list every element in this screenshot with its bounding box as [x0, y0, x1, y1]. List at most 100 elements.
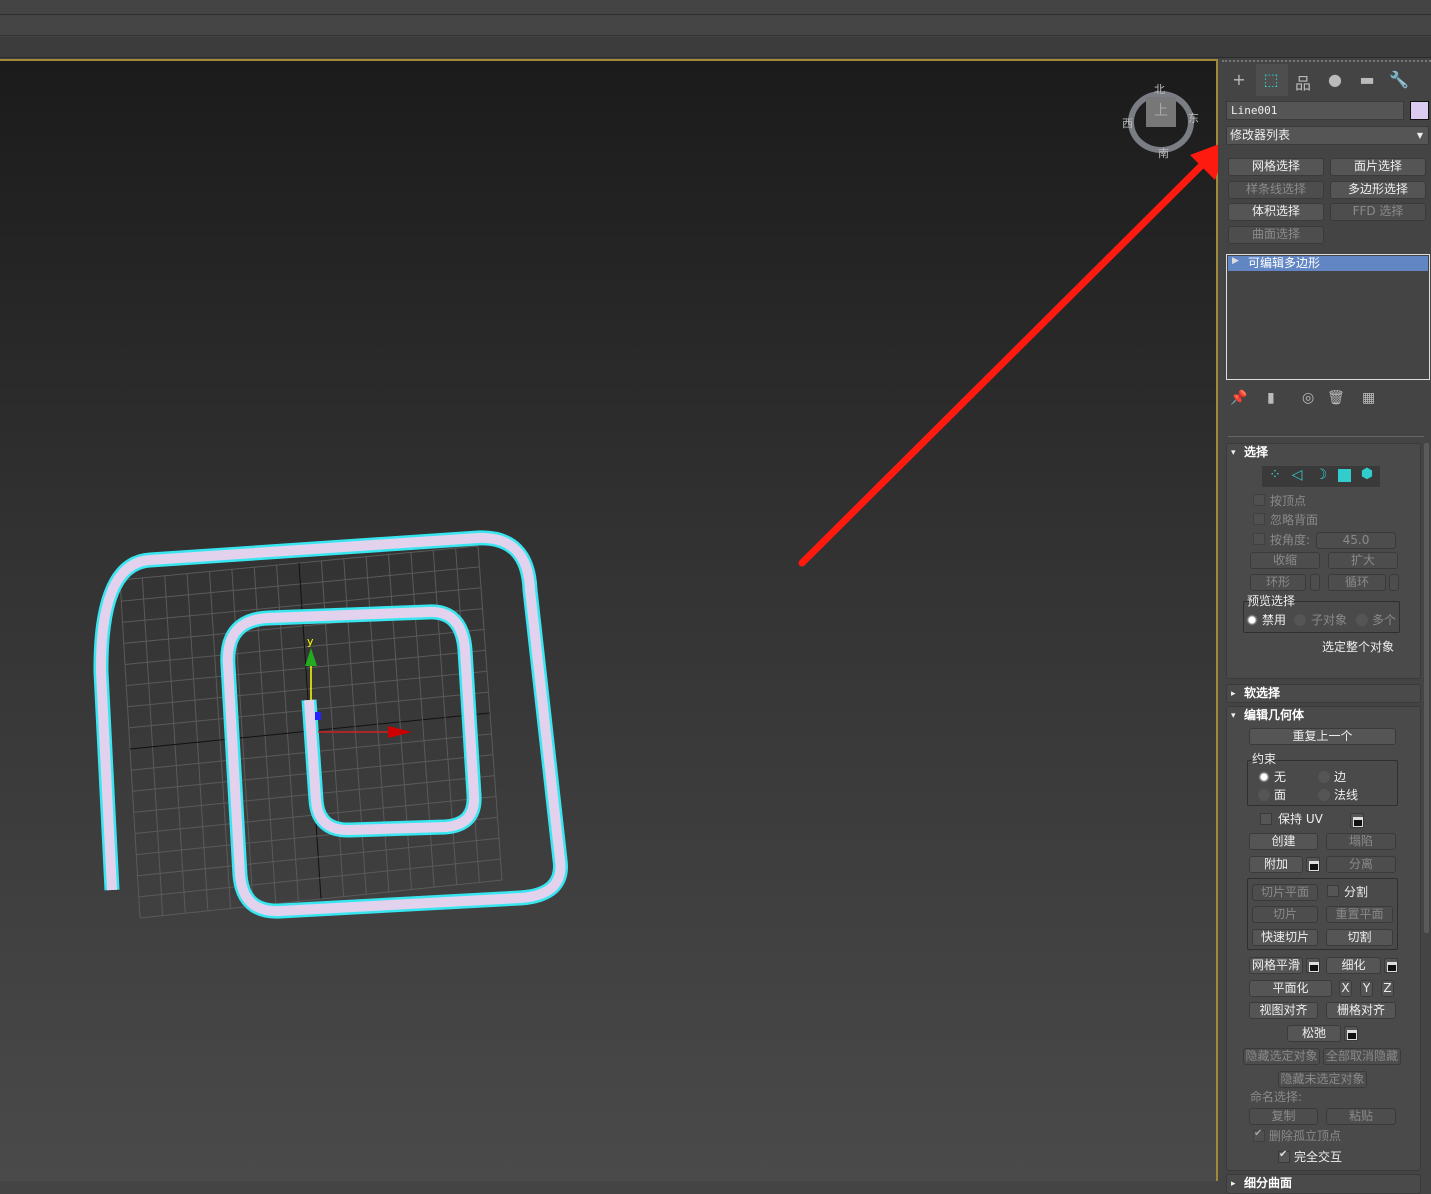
loop-button[interactable]: 循环 [1328, 574, 1386, 591]
modifier-button[interactable]: 体积选择 [1228, 203, 1324, 221]
make-planar-button[interactable]: 平面化 [1249, 980, 1332, 997]
planar-x-button[interactable]: X [1339, 980, 1352, 997]
preserve-uv-label: 保持 UV [1278, 812, 1323, 826]
ring-button[interactable]: 环形 [1250, 574, 1306, 591]
meshsmooth-settings[interactable] [1306, 958, 1320, 973]
radio-preview-subobject[interactable] [1294, 614, 1306, 626]
border-icon[interactable]: ☽ [1312, 467, 1330, 483]
panel-scrollbar[interactable] [1424, 443, 1429, 933]
chk-by-angle[interactable] [1253, 533, 1265, 545]
repeat-last-button[interactable]: 重复上一个 [1249, 728, 1396, 745]
modifier-button[interactable]: 面片选择 [1330, 158, 1426, 176]
object-color-swatch[interactable] [1410, 101, 1429, 120]
chk-full-interactivity[interactable] [1278, 1149, 1290, 1163]
polygon-icon[interactable] [1338, 469, 1351, 482]
show-end-result-icon[interactable]: ▮ [1267, 390, 1275, 406]
face-label: 面 [1274, 788, 1287, 802]
modifier-button[interactable]: 曲面选择 [1228, 226, 1324, 244]
configure-modifier-sets-icon[interactable]: ▦ [1362, 390, 1375, 406]
quickslice-button[interactable]: 快速切片 [1252, 929, 1318, 946]
viewcube-top-face[interactable]: 上 [1146, 97, 1176, 127]
shrink-button[interactable]: 收缩 [1250, 552, 1320, 569]
chk-ignore-backfacing[interactable] [1253, 513, 1265, 525]
chk-by-vertex[interactable] [1253, 494, 1265, 506]
hierarchy-icon[interactable]: 品 [1292, 70, 1314, 94]
create-button[interactable]: 创建 [1249, 833, 1318, 850]
modifier-button[interactable]: FFD 选择 [1330, 203, 1426, 221]
edit-collapse-icon[interactable]: ▾ [1231, 709, 1236, 723]
slice-plane-button[interactable]: 切片平面 [1252, 884, 1318, 901]
planar-y-button[interactable]: Y [1360, 980, 1373, 997]
grid-line [137, 837, 500, 877]
cut-button[interactable]: 切割 [1326, 929, 1393, 946]
meshsmooth-button[interactable]: 网格平滑 [1249, 957, 1303, 974]
view-align-button[interactable]: 视图对齐 [1249, 1002, 1318, 1019]
detach-button[interactable]: 分离 [1326, 856, 1396, 873]
chk-preserve-uv[interactable] [1260, 813, 1272, 825]
angle-spinner[interactable]: 45.0 [1316, 532, 1396, 549]
paste-button[interactable]: 粘贴 [1326, 1108, 1396, 1125]
radio-preview-off[interactable] [1246, 614, 1258, 626]
radio-normal[interactable] [1318, 789, 1330, 801]
panel-sel-title[interactable]: 选择 [1244, 445, 1268, 459]
collapse-button[interactable]: 塌陷 [1326, 833, 1396, 850]
hide-selected-button[interactable]: 隐藏选定对象 [1243, 1048, 1320, 1065]
subobject-toolbar: ⁘ ◁ ☽ ⬢ [1262, 466, 1380, 487]
attach-button[interactable]: 附加 [1249, 856, 1303, 873]
radio-edge[interactable] [1318, 771, 1330, 783]
modifier-button[interactable]: 网格选择 [1228, 158, 1324, 176]
copy-button[interactable]: 复制 [1249, 1108, 1318, 1125]
motion-icon[interactable]: ● [1324, 70, 1346, 89]
unhide-all-button[interactable]: 全部取消隐藏 [1323, 1048, 1401, 1065]
modifier-button[interactable]: 多边形选择 [1330, 181, 1426, 199]
edge-icon[interactable]: ◁ [1288, 467, 1306, 483]
display-icon[interactable]: ▬ [1356, 70, 1378, 89]
subdivision-title[interactable]: 细分曲面 [1244, 1176, 1292, 1190]
expand-triangle-icon[interactable]: ▶ [1232, 256, 1239, 266]
panel-grip[interactable] [1222, 60, 1431, 64]
modify-icon[interactable]: ⬚ [1260, 70, 1282, 89]
planar-z-button[interactable]: Z [1381, 980, 1394, 997]
stack-item-editable-poly[interactable]: ▶ 可编辑多边形 [1228, 256, 1428, 271]
soft-expand-icon[interactable]: ▸ [1231, 687, 1236, 701]
slice-button[interactable]: 切片 [1252, 906, 1318, 923]
create-icon[interactable]: + [1228, 70, 1250, 89]
preview-multi-label: 多个 [1372, 613, 1397, 627]
object-name-input[interactable]: Line001 [1226, 101, 1404, 120]
perspective-viewport[interactable]: y 上 北 南 东 西 [0, 59, 1218, 1181]
edge-label: 边 [1334, 770, 1347, 784]
attach-settings[interactable] [1306, 857, 1320, 872]
modifier-list-label: 修改器列表 [1230, 128, 1291, 142]
tessellate-settings[interactable] [1384, 958, 1398, 973]
utilities-icon[interactable]: 🔧 [1388, 70, 1410, 89]
tessellate-button[interactable]: 细化 [1326, 957, 1381, 974]
grid-line [410, 552, 435, 888]
split-label: 分割 [1344, 885, 1369, 899]
sel-collapse-icon[interactable]: ▾ [1231, 446, 1236, 460]
hide-unselected-button[interactable]: 隐藏未选定对象 [1278, 1071, 1367, 1088]
grow-button[interactable]: 扩大 [1328, 552, 1398, 569]
relax-settings[interactable] [1344, 1026, 1358, 1041]
reset-plane-button[interactable]: 重置平面 [1326, 906, 1393, 923]
chk-split[interactable] [1327, 885, 1339, 897]
preserve-uv-settings[interactable] [1350, 813, 1364, 828]
make-unique-icon[interactable]: ◎ [1302, 390, 1314, 406]
element-icon[interactable]: ⬢ [1358, 466, 1376, 482]
edit-geometry-title[interactable]: 编辑几何体 [1244, 708, 1304, 722]
modifier-list-dropdown[interactable]: 修改器列表 ▼ [1226, 126, 1429, 145]
vertex-icon[interactable]: ⁘ [1266, 467, 1284, 483]
soft-selection-title[interactable]: 软选择 [1244, 686, 1280, 700]
pin-stack-icon[interactable]: 📌 [1230, 390, 1247, 406]
remove-modifier-icon[interactable]: 🗑 [1327, 390, 1345, 406]
radio-face[interactable] [1258, 789, 1270, 801]
radio-none[interactable] [1258, 771, 1270, 783]
loop-spinner[interactable] [1389, 574, 1399, 591]
ring-spinner[interactable] [1310, 574, 1320, 591]
relax-button[interactable]: 松弛 [1287, 1025, 1341, 1042]
subdivision-expand-icon[interactable]: ▸ [1231, 1177, 1236, 1191]
grid-align-button[interactable]: 栅格对齐 [1326, 1002, 1396, 1019]
radio-preview-multi[interactable] [1356, 614, 1368, 626]
modifier-stack[interactable] [1226, 254, 1430, 380]
chk-delete-isolated[interactable] [1253, 1128, 1265, 1142]
modifier-button[interactable]: 样条线选择 [1228, 181, 1324, 199]
